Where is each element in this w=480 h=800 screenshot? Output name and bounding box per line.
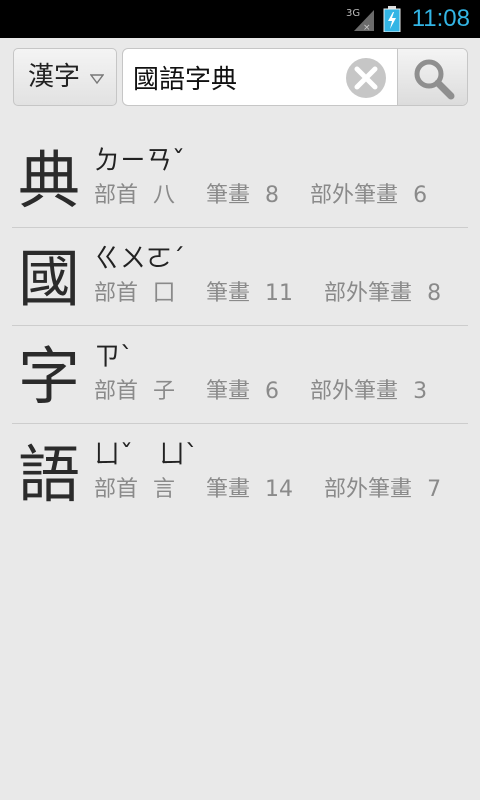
strokes-value: 14 [265,477,294,502]
svg-text:×: × [363,23,371,32]
result-zhuyin: ㄗˋ [94,342,134,372]
result-meta: 部首 囗 筆畫 11 部外筆畫 8 [94,279,441,309]
result-zhuyin: ㄍㄨㄛˊ [94,244,186,274]
result-row[interactable]: 字 ㄗˋ 部首 子 筆畫 6 部外筆畫 3 [0,326,480,424]
strokes-value: 8 [265,183,280,208]
result-character: 語 [18,438,81,511]
strokes-value: 11 [265,281,294,306]
result-character: 字 [18,340,81,413]
mode-dropdown[interactable]: 漢字 [13,48,117,106]
strokes-value: 6 [265,379,280,404]
search-icon [414,59,455,100]
radical-value: 言 [153,477,176,502]
status-clock: 11:08 [411,5,470,32]
status-bar: 3G × 11:08 [0,0,480,38]
radical-label: 部首 [94,477,139,502]
result-meta: 部首 子 筆畫 6 部外筆畫 3 [94,377,427,407]
radical-label: 部首 [94,281,139,306]
result-character: 國 [18,242,81,315]
result-list: 典 ㄉㄧㄢˇ 部首 八 筆畫 8 部外筆畫 6 國 ㄍㄨㄛˊ 部首 囗 筆畫 1… [0,130,480,522]
result-meta: 部首 八 筆畫 8 部外筆畫 6 [94,181,427,211]
search-input[interactable] [123,49,353,105]
result-row[interactable]: 語 ㄩˇ ㄩˋ 部首 言 筆畫 14 部外筆畫 7 [0,424,480,522]
result-zhuyin: ㄩˇ ㄩˋ [94,440,199,470]
clear-icon[interactable] [345,57,387,99]
result-zhuyin: ㄉㄧㄢˇ [94,146,186,176]
strokes-label: 筆畫 [206,281,251,306]
extra-strokes-value: 8 [427,281,442,306]
battery-charging-icon [383,6,401,32]
search-field [122,48,468,106]
search-bar: 漢字 [0,38,480,118]
network-type-label: 3G [346,8,360,19]
extra-strokes-value: 6 [413,183,428,208]
strokes-label: 筆畫 [206,183,251,208]
result-row[interactable]: 典 ㄉㄧㄢˇ 部首 八 筆畫 8 部外筆畫 6 [0,130,480,228]
mode-dropdown-label: 漢字 [28,62,81,92]
extra-strokes-label: 部外筆畫 [310,183,399,208]
extra-strokes-label: 部外筆畫 [324,281,413,306]
radical-label: 部首 [94,183,139,208]
extra-strokes-label: 部外筆畫 [310,379,399,404]
search-button[interactable] [397,49,467,105]
extra-strokes-value: 7 [427,477,442,502]
result-row[interactable]: 國 ㄍㄨㄛˊ 部首 囗 筆畫 11 部外筆畫 8 [0,228,480,326]
extra-strokes-value: 3 [413,379,428,404]
radical-value: 八 [153,183,176,208]
strokes-label: 筆畫 [206,379,251,404]
radical-value: 囗 [153,281,176,306]
result-character: 典 [18,144,81,217]
strokes-label: 筆畫 [206,477,251,502]
radical-label: 部首 [94,379,139,404]
extra-strokes-label: 部外筆畫 [324,477,413,502]
signal-3g-icon: 3G × [346,8,374,32]
radical-value: 子 [153,379,176,404]
result-meta: 部首 言 筆畫 14 部外筆畫 7 [94,475,441,505]
dropdown-caret-icon [90,74,104,84]
